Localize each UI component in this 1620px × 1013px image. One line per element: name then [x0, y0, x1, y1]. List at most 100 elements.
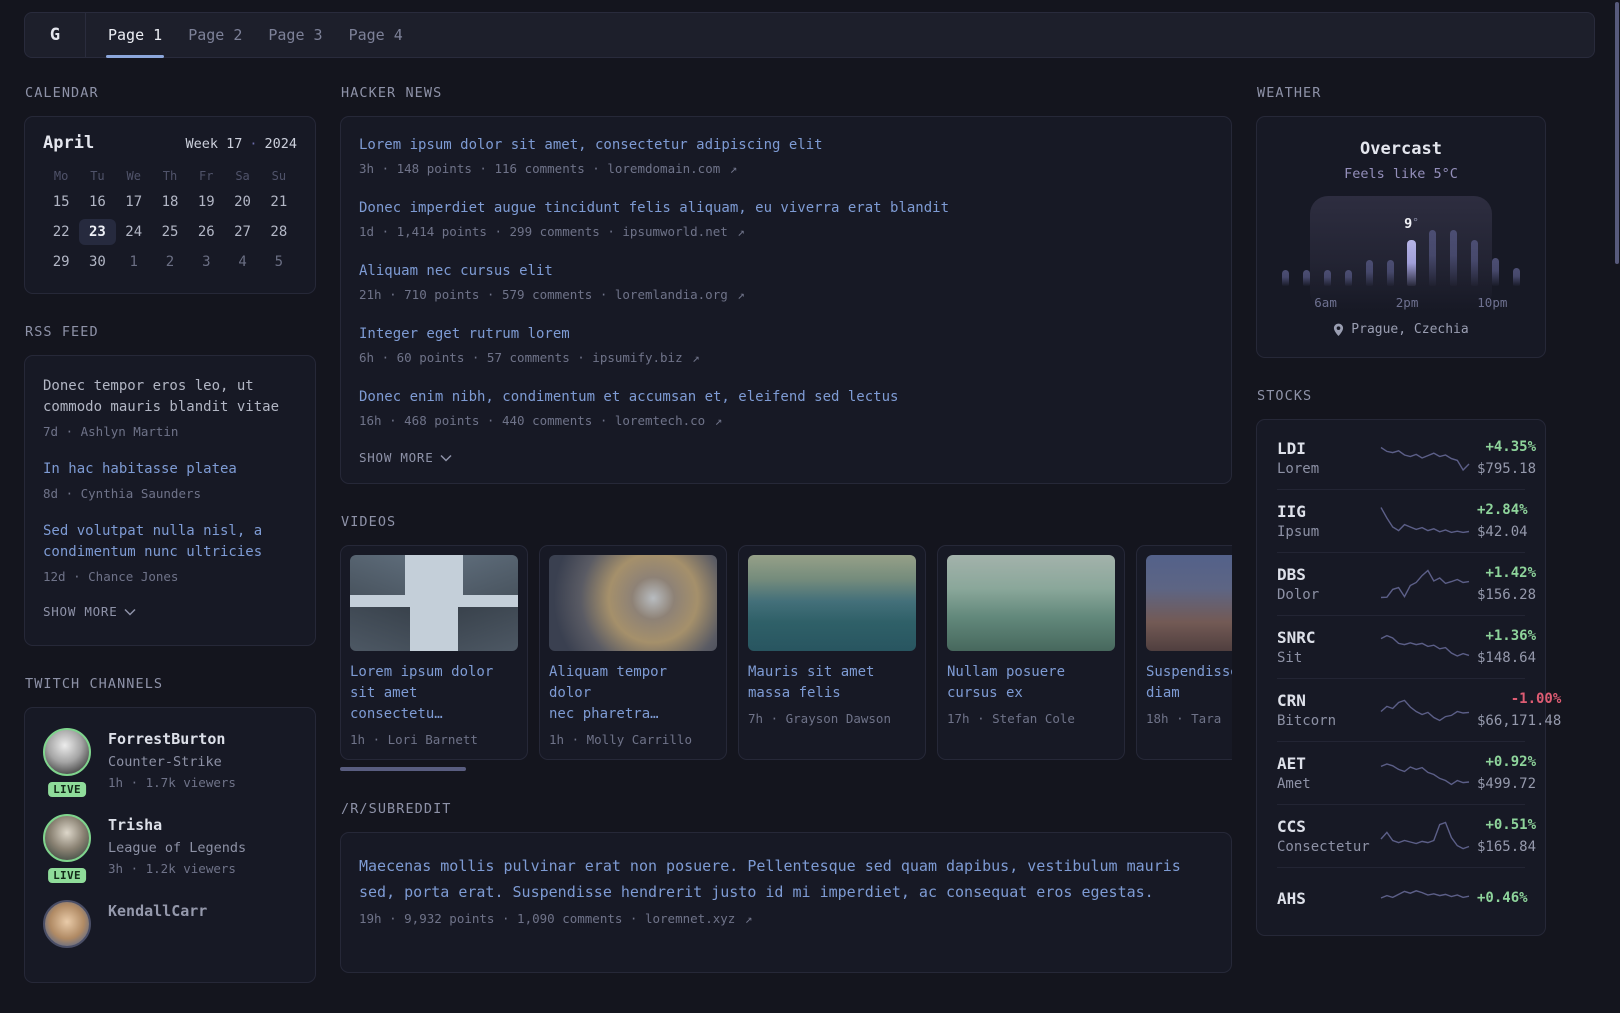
video-meta: 1h · Lori Barnett [350, 732, 478, 747]
hn-item-domain-link[interactable]: ipsumworld.net [622, 224, 727, 239]
rss-item-link[interactable]: In hac habitasse platea [43, 459, 297, 480]
hn-item-link[interactable]: Aliquam nec cursus elit [359, 261, 1213, 281]
calendar-day[interactable]: 28 [261, 219, 297, 245]
subreddit-card: Maecenas mollis pulvinar erat non posuer… [340, 832, 1232, 973]
hn-item-domain-link[interactable]: loremtech.co [615, 413, 705, 428]
video-card[interactable]: Mauris sit amet massa felis 7h · Grayson … [738, 545, 926, 760]
stock-change-percent: +0.51% [1485, 817, 1537, 833]
weather-bar [1450, 230, 1457, 286]
weather-hour-spacer [1337, 295, 1357, 310]
top-nav: G Page 1 Page 2 Page 3 Page 4 [24, 12, 1595, 58]
stock-row[interactable]: CCS Consectetur +0.51% $165.84 [1277, 804, 1536, 867]
stock-row[interactable]: LDI Lorem +4.35% $795.18 [1277, 427, 1536, 489]
tab-page-3[interactable]: Page 3 [255, 13, 335, 57]
calendar-day[interactable]: 15 [43, 189, 79, 215]
weather-bar-cell [1338, 226, 1359, 286]
twitch-channel-avatar[interactable]: LIVE [43, 814, 91, 883]
stock-price: $42.04 [1477, 524, 1528, 540]
weather-feels-like: Feels like 5°C [1344, 166, 1458, 182]
hn-item-domain-link[interactable]: loremdomain.com [607, 161, 720, 176]
hn-item: Donec enim nibh, condimentum et accumsan… [359, 387, 1213, 428]
calendar-day[interactable]: 22 [43, 219, 79, 245]
tab-page-1[interactable]: Page 1 [95, 13, 175, 58]
hn-item-link[interactable]: Integer eget rutrum lorem [359, 324, 1213, 344]
hn-item-domain-link[interactable]: ipsumify.biz [592, 350, 682, 365]
calendar-day[interactable]: 30 [79, 249, 115, 275]
weather-location: Prague, Czechia [1273, 322, 1529, 337]
hackernews-show-more-button[interactable]: SHOW MORE [359, 450, 453, 465]
rss-item-link[interactable]: Donec tempor eros leo, ut commodo mauris… [43, 376, 297, 418]
twitch-channel-name[interactable]: Trisha [108, 816, 246, 835]
calendar-day[interactable]: 24 [116, 219, 152, 245]
calendar-day-selected[interactable]: 23 [79, 219, 116, 245]
twitch-channel-avatar[interactable] [43, 900, 91, 948]
hn-item-meta: 1d · 1,414 points · 299 comments · ipsum… [359, 224, 1213, 239]
tab-page-4[interactable]: Page 4 [336, 13, 416, 57]
twitch-channel-avatar[interactable]: LIVE [43, 728, 91, 797]
stock-change-percent: +1.42% [1485, 565, 1537, 581]
left-column: CALENDAR April Week 17 · 2024 Mo Tu We Th Fr Sa… [24, 85, 316, 1013]
calendar-day[interactable]: 18 [152, 189, 188, 215]
stock-row[interactable]: AHS +0.46% [1277, 867, 1528, 928]
hn-item-stats: 16h · 468 points · 440 comments · [359, 413, 615, 428]
weekday-label: Tu [90, 169, 105, 183]
rss-show-more-button[interactable]: SHOW MORE [43, 604, 137, 619]
weather-widget: WEATHER Overcast Feels like 5°C 9° 6am 2p… [1256, 85, 1546, 358]
video-card[interactable]: Aliquam tempor dolor nec pharetra… 1h · M… [539, 545, 727, 760]
stock-row[interactable]: SNRC Sit +1.36% $148.64 [1277, 615, 1536, 678]
stock-name: Ipsum [1277, 523, 1320, 540]
weather-hour-spacer [1275, 295, 1295, 310]
calendar-day[interactable]: 17 [116, 189, 152, 215]
calendar-week-year: Week 17 · 2024 [185, 136, 297, 152]
calendar-day[interactable]: 19 [188, 189, 224, 215]
calendar-day-grid: 15 16 17 18 19 20 21 22 23 24 25 26 27 28 29 30 1 2 3 4 5 [43, 189, 297, 275]
twitch-channel-name[interactable]: KendallCarr [108, 902, 207, 921]
stock-identity: DBS Dolor [1277, 565, 1373, 604]
calendar-day[interactable]: 20 [224, 189, 260, 215]
reddit-item-domain-link[interactable]: loremnet.xyz [645, 911, 735, 926]
stock-row[interactable]: DBS Dolor +1.42% $156.28 [1277, 552, 1536, 615]
calendar-day[interactable]: 4 [224, 249, 260, 275]
hn-item-link[interactable]: Lorem ipsum dolor sit amet, consectetur … [359, 135, 1213, 155]
videos-widget: VIDEOS Lorem ipsum dolor sit amet consec… [340, 514, 1232, 771]
video-thumbnail [947, 555, 1115, 651]
reddit-item-link[interactable]: Maecenas mollis pulvinar erat non posuer… [359, 853, 1213, 905]
calendar-day[interactable]: 16 [79, 189, 115, 215]
live-badge: LIVE [48, 868, 86, 883]
external-link-icon: ↗ [707, 413, 723, 428]
calendar-day[interactable]: 29 [43, 249, 79, 275]
calendar-day[interactable]: 5 [261, 249, 297, 275]
video-card[interactable]: Nullam posuere cursus ex 17h · Stefan Col… [937, 545, 1125, 760]
hn-item-domain-link[interactable]: loremlandia.org [615, 287, 728, 302]
stock-row[interactable]: CRN Bitcorn -1.00% $66,171.48 [1277, 678, 1561, 741]
rss-item-meta: 7d · Ashlyn Martin [43, 424, 179, 439]
tab-page-2[interactable]: Page 2 [175, 13, 255, 57]
video-meta: 17h · Stefan Cole [947, 711, 1075, 726]
dashboard: G Page 1 Page 2 Page 3 Page 4 CALENDAR Apri… [0, 0, 1620, 1013]
stock-row[interactable]: AET Amet +0.92% $499.72 [1277, 741, 1536, 804]
calendar-day[interactable]: 1 [116, 249, 152, 275]
hn-item-meta: 3h · 148 points · 116 comments · loremdo… [359, 161, 1213, 176]
video-thumbnail [1146, 555, 1232, 651]
stock-row[interactable]: IIG Ipsum +2.84% $42.04 [1277, 489, 1528, 552]
calendar-day[interactable]: 25 [152, 219, 188, 245]
weather-bar-row [1275, 226, 1527, 286]
calendar-day[interactable]: 26 [188, 219, 224, 245]
calendar-day[interactable]: 21 [261, 189, 297, 215]
app-logo[interactable]: G [25, 13, 86, 57]
page-scrollbar-thumb[interactable] [1615, 2, 1619, 264]
calendar-day[interactable]: 2 [152, 249, 188, 275]
video-card[interactable]: Suspendisse diam 18h · Tara [1136, 545, 1232, 760]
hn-item-link[interactable]: Donec imperdiet augue tincidunt felis al… [359, 198, 1213, 218]
video-card[interactable]: Lorem ipsum dolor sit amet consectetu… 1h… [340, 545, 528, 760]
calendar-day[interactable]: 27 [224, 219, 260, 245]
video-carousel-scrollbar-thumb[interactable] [340, 767, 466, 771]
hackernews-widget: HACKER NEWS Lorem ipsum dolor sit amet, … [340, 85, 1232, 484]
calendar-day[interactable]: 3 [188, 249, 224, 275]
twitch-channel-name[interactable]: ForrestBurton [108, 730, 236, 749]
rss-item-link[interactable]: Sed volutpat nulla nisl, a condimentum n… [43, 521, 297, 563]
hackernews-item-list: Lorem ipsum dolor sit amet, consectetur … [359, 135, 1213, 428]
stock-sparkline-chart [1380, 890, 1470, 899]
hn-item-link[interactable]: Donec enim nibh, condimentum et accumsan… [359, 387, 1213, 407]
stock-ticker: DBS [1277, 564, 1306, 584]
